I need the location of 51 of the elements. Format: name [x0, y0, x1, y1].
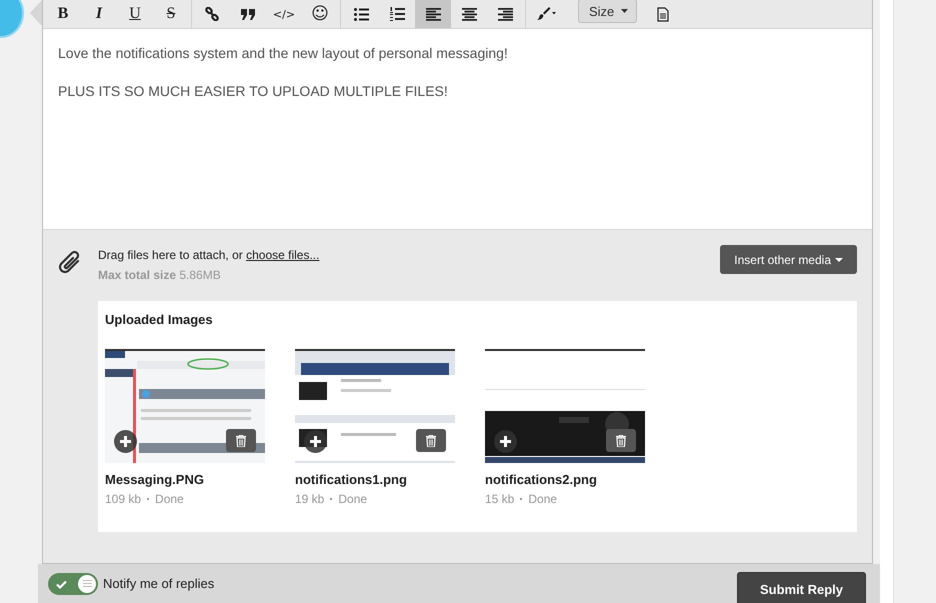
upload-status: Done — [338, 492, 368, 506]
file-size: 15 kb — [485, 492, 514, 506]
trash-icon — [236, 434, 246, 446]
underline-button[interactable]: U — [117, 0, 153, 28]
choose-files-link[interactable]: choose files... — [246, 248, 320, 262]
check-icon — [56, 580, 67, 588]
delete-button[interactable] — [606, 429, 636, 452]
delete-button[interactable] — [226, 429, 256, 452]
bullet-list-icon — [354, 8, 368, 20]
file-name: Messaging.PNG — [105, 472, 205, 487]
trash-icon — [426, 434, 436, 446]
numbered-list-icon — [390, 7, 404, 21]
plus-icon[interactable] — [304, 430, 327, 453]
panel-title: Uploaded Images — [105, 312, 214, 327]
align-right-icon — [498, 8, 512, 20]
file-name: notifications1.png — [295, 472, 408, 487]
caret-icon — [835, 258, 843, 262]
size-dropdown[interactable]: Size — [578, 0, 637, 23]
italic-button[interactable]: I — [81, 0, 117, 28]
max-size-label: Max total size — [98, 268, 176, 282]
grip-icon — [82, 580, 92, 587]
bold-button[interactable]: B — [45, 0, 81, 28]
message-text: Love the notifications system and the new layout of personal messaging! — [58, 45, 509, 61]
plus-icon[interactable] — [494, 430, 517, 453]
insert-media-button[interactable]: Insert other media — [720, 245, 857, 274]
upload-status: Done — [155, 492, 184, 506]
delete-button[interactable] — [416, 429, 446, 452]
align-left-button[interactable] — [415, 0, 451, 28]
code-button[interactable]: </> — [266, 0, 302, 28]
max-size-value: 5.86MB — [179, 268, 221, 282]
document-icon — [657, 6, 669, 22]
message-text: PLUS ITS SO MUCH EASIER TO UPLOAD MULTIPLE FILES! — [58, 83, 449, 99]
brush-icon — [536, 7, 556, 21]
align-left-icon — [426, 8, 440, 20]
notify-toggle[interactable] — [48, 572, 98, 594]
submit-reply-button[interactable]: Submit Reply — [737, 572, 866, 603]
strike-button[interactable]: S — [153, 0, 189, 28]
message-editor[interactable]: Love the notifications system and the new layout of personal messaging! PLUS ITS SO MUCH EASIER TO UPLOAD MULTIPLE FILES! — [43, 29, 872, 230]
notify-label: Notify me of replies — [103, 576, 214, 591]
smiley-button[interactable]: ☺ — [302, 0, 338, 28]
file-size: 19 kb — [295, 492, 324, 506]
quote-icon — [241, 8, 255, 20]
align-center-icon — [462, 8, 476, 20]
file-name: notifications2.png — [485, 472, 598, 487]
plus-icon[interactable] — [114, 430, 137, 453]
upload-status: Done — [528, 492, 558, 506]
link-icon — [205, 7, 219, 21]
drag-hint: Drag files here to attach, or — [98, 248, 243, 262]
caret-icon — [621, 9, 628, 13]
file-size: 109 kb — [105, 492, 142, 506]
trash-icon — [616, 434, 626, 446]
